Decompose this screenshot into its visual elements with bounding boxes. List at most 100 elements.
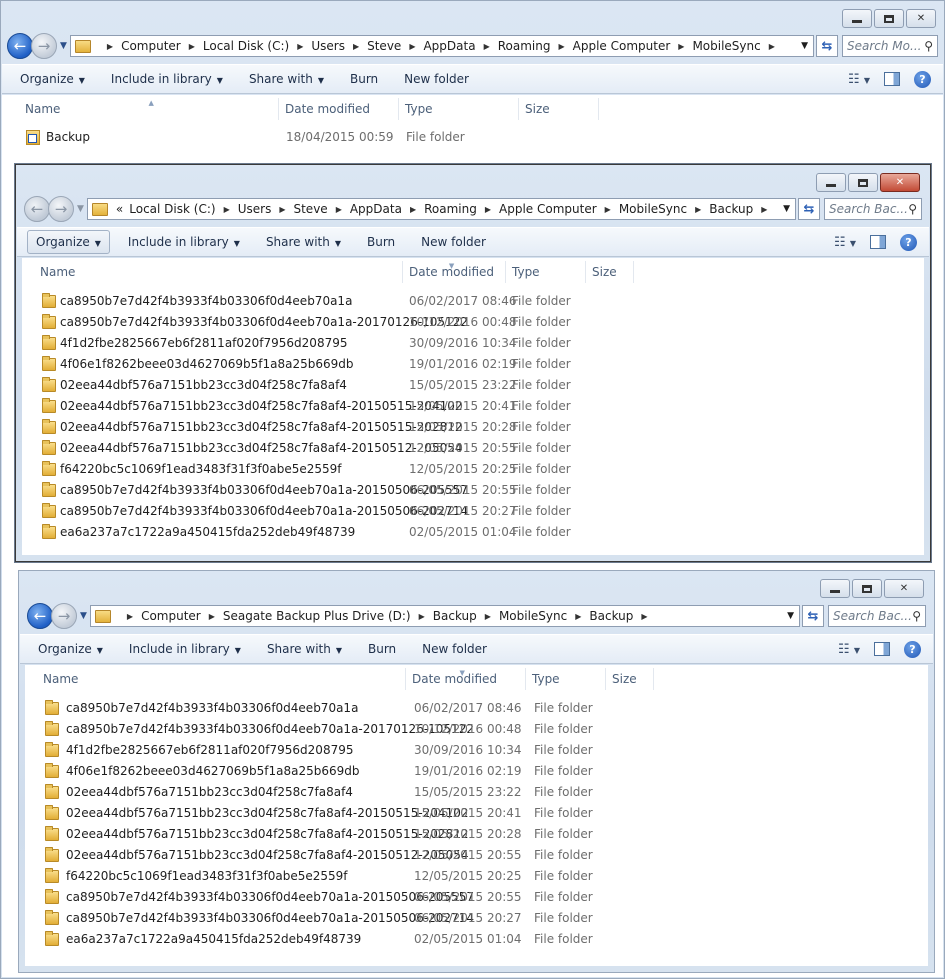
organize-button[interactable]: Organize ▼ xyxy=(27,230,110,254)
maximize-button[interactable] xyxy=(848,173,878,192)
list-item[interactable]: ea6a237a7c1722a9a450415fda252deb49f48739… xyxy=(25,929,928,950)
chevron-right-icon[interactable]: ▶ xyxy=(695,205,701,214)
share-with-button[interactable]: Share with ▼ xyxy=(241,68,332,90)
list-item[interactable]: 02eea44dbf576a7151bb23cc3d04f258c7fa8af4… xyxy=(25,845,928,866)
chevron-right-icon[interactable]: ▶ xyxy=(127,612,133,621)
breadcrumb-steve[interactable]: Steve xyxy=(367,39,401,53)
chevron-right-icon[interactable]: ▶ xyxy=(224,205,230,214)
recent-pages-dropdown-icon[interactable]: ▼ xyxy=(77,204,84,214)
list-item[interactable]: 4f06e1f8262beee03d4627069b5f1a8a25b669db… xyxy=(25,761,928,782)
chevron-right-icon[interactable]: ▶ xyxy=(279,205,285,214)
minimize-button[interactable] xyxy=(842,9,872,28)
include-in-library-button[interactable]: Include in library ▼ xyxy=(103,68,231,90)
list-item[interactable]: 02eea44dbf576a7151bb23cc3d04f258c7fa8af4… xyxy=(22,396,924,417)
new-folder-button[interactable]: New folder xyxy=(413,231,494,253)
preview-pane-button[interactable] xyxy=(874,642,890,656)
back-button[interactable]: ← xyxy=(7,33,33,59)
list-item[interactable]: 02eea44dbf576a7151bb23cc3d04f258c7fa8af4… xyxy=(25,803,928,824)
list-item[interactable]: 02eea44dbf576a7151bb23cc3d04f258c7fa8af4… xyxy=(22,438,924,459)
search-input[interactable]: Search Bac... ⚲ xyxy=(828,605,926,627)
chevron-right-icon[interactable]: ▶ xyxy=(641,612,647,621)
refresh-button[interactable]: ⇆ xyxy=(816,35,838,57)
close-button[interactable]: ✕ xyxy=(906,9,936,28)
column-name[interactable]: Name xyxy=(34,261,403,283)
refresh-button[interactable]: ⇆ xyxy=(798,198,820,220)
organize-button[interactable]: Organize ▼ xyxy=(12,68,93,90)
forward-button[interactable]: → xyxy=(51,603,77,629)
address-dropdown-icon[interactable]: ▼ xyxy=(783,204,790,214)
close-button[interactable]: ✕ xyxy=(884,579,924,598)
help-button[interactable]: ? xyxy=(914,70,931,88)
breadcrumb-users[interactable]: Users xyxy=(238,202,272,216)
chevron-right-icon[interactable]: ▶ xyxy=(485,205,491,214)
share-with-button[interactable]: Share with ▼ xyxy=(259,638,350,660)
forward-button[interactable]: → xyxy=(31,33,57,59)
chevron-right-icon[interactable]: ▶ xyxy=(419,612,425,621)
list-item[interactable]: 02eea44dbf576a7151bb23cc3d04f258c7fa8af4… xyxy=(25,782,928,803)
column-date-modified[interactable]: Date modified xyxy=(279,98,399,120)
chevron-right-icon[interactable]: ▶ xyxy=(558,42,564,51)
search-input[interactable]: Search Mo... ⚲ xyxy=(842,35,938,57)
column-type[interactable]: Type xyxy=(506,261,586,283)
include-in-library-button[interactable]: Include in library ▼ xyxy=(120,231,248,253)
column-name[interactable]: Name xyxy=(37,668,406,690)
column-name[interactable]: Name ▲ xyxy=(19,98,279,120)
list-item[interactable]: Backup 18/04/2015 00:59 File folder xyxy=(2,127,943,148)
list-item[interactable]: ca8950b7e7d42f4b3933f4b03306f0d4eeb70a1a… xyxy=(22,312,924,333)
breadcrumb-roaming[interactable]: Roaming xyxy=(498,39,551,53)
breadcrumb-overflow[interactable]: « xyxy=(116,202,123,216)
minimize-button[interactable] xyxy=(820,579,850,598)
list-item[interactable]: ca8950b7e7d42f4b3933f4b03306f0d4eeb70a1a… xyxy=(25,908,928,929)
help-button[interactable]: ? xyxy=(900,233,917,251)
maximize-button[interactable] xyxy=(852,579,882,598)
column-type[interactable]: Type xyxy=(526,668,606,690)
breadcrumb-local-disk[interactable]: Local Disk (C:) xyxy=(203,39,289,53)
help-button[interactable]: ? xyxy=(904,640,921,658)
burn-button[interactable]: Burn xyxy=(360,638,404,660)
chevron-right-icon[interactable]: ▶ xyxy=(575,612,581,621)
breadcrumb-backup[interactable]: Backup xyxy=(709,202,753,216)
burn-button[interactable]: Burn xyxy=(342,68,386,90)
breadcrumb-mobilesync[interactable]: MobileSync xyxy=(499,609,567,623)
chevron-right-icon[interactable]: ▶ xyxy=(769,42,775,51)
chevron-right-icon[interactable]: ▶ xyxy=(107,42,113,51)
chevron-right-icon[interactable]: ▶ xyxy=(409,42,415,51)
list-item[interactable]: ca8950b7e7d42f4b3933f4b03306f0d4eeb70a1a… xyxy=(25,887,928,908)
maximize-button[interactable] xyxy=(874,9,904,28)
column-size[interactable]: Size xyxy=(519,98,599,120)
list-item[interactable]: f64220bc5c1069f1ead3483f31f3f0abe5e2559f… xyxy=(22,459,924,480)
list-item[interactable]: 02eea44dbf576a7151bb23cc3d04f258c7fa8af4… xyxy=(25,824,928,845)
column-size[interactable]: Size xyxy=(606,668,654,690)
column-date-modified[interactable]: Date modified ▼ xyxy=(403,261,506,283)
breadcrumb-apple-computer[interactable]: Apple Computer xyxy=(499,202,597,216)
list-item[interactable]: 02eea44dbf576a7151bb23cc3d04f258c7fa8af4… xyxy=(22,375,924,396)
breadcrumb-seagate-drive[interactable]: Seagate Backup Plus Drive (D:) xyxy=(223,609,411,623)
organize-button[interactable]: Organize ▼ xyxy=(30,638,111,660)
change-view-button[interactable]: ☷ ▼ xyxy=(838,642,860,657)
list-item[interactable]: ea6a237a7c1722a9a450415fda252deb49f48739… xyxy=(22,522,924,543)
change-view-button[interactable]: ☷ ▼ xyxy=(848,72,870,87)
new-folder-button[interactable]: New folder xyxy=(414,638,495,660)
chevron-right-icon[interactable]: ▶ xyxy=(410,205,416,214)
include-in-library-button[interactable]: Include in library ▼ xyxy=(121,638,249,660)
chevron-right-icon[interactable]: ▶ xyxy=(189,42,195,51)
chevron-right-icon[interactable]: ▶ xyxy=(761,205,767,214)
search-input[interactable]: Search Bac... ⚲ xyxy=(824,198,922,220)
address-dropdown-icon[interactable]: ▼ xyxy=(801,41,808,51)
breadcrumb-roaming[interactable]: Roaming xyxy=(424,202,477,216)
address-bar[interactable]: ▶ Computer ▶ Local Disk (C:) ▶ Users ▶ Stev… xyxy=(69,35,814,57)
burn-button[interactable]: Burn xyxy=(359,231,403,253)
chevron-right-icon[interactable]: ▶ xyxy=(353,42,359,51)
list-item[interactable]: f64220bc5c1069f1ead3483f31f3f0abe5e2559f… xyxy=(25,866,928,887)
chevron-right-icon[interactable]: ▶ xyxy=(485,612,491,621)
chevron-right-icon[interactable]: ▶ xyxy=(605,205,611,214)
refresh-button[interactable]: ⇆ xyxy=(802,605,824,627)
recent-pages-dropdown-icon[interactable]: ▼ xyxy=(80,611,87,621)
breadcrumb-mobilesync[interactable]: MobileSync xyxy=(692,39,760,53)
share-with-button[interactable]: Share with ▼ xyxy=(258,231,349,253)
breadcrumb-users[interactable]: Users xyxy=(311,39,345,53)
chevron-right-icon[interactable]: ▶ xyxy=(484,42,490,51)
breadcrumb-backup-2[interactable]: Backup xyxy=(589,609,633,623)
column-type[interactable]: Type xyxy=(399,98,519,120)
breadcrumb-computer[interactable]: Computer xyxy=(121,39,181,53)
